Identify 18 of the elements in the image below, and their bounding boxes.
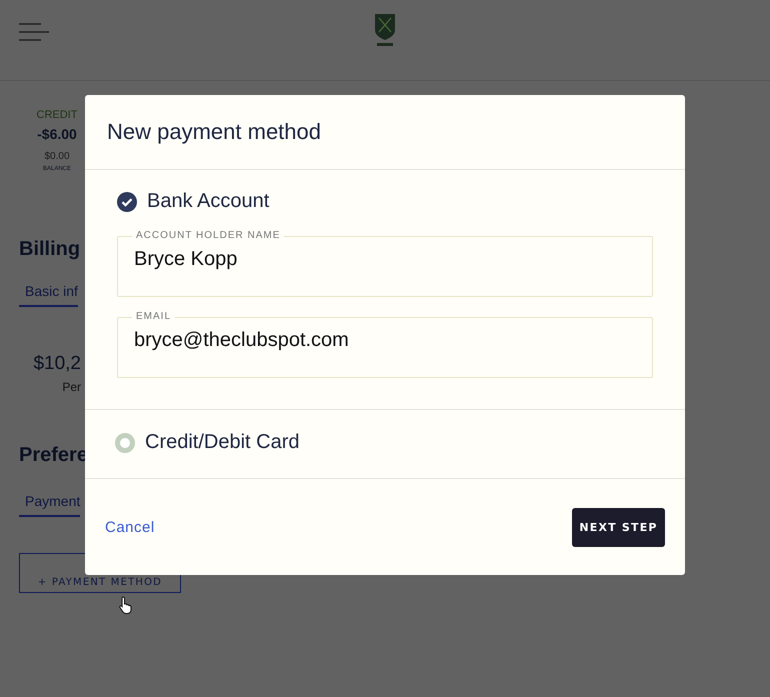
section-title: Billing [19,238,80,261]
next-step-button[interactable]: NEXT STEP [572,508,665,546]
stat-amount: $10,2 [33,353,81,375]
credit-label: CREDIT [36,109,78,121]
section-title: Prefere [19,444,88,467]
input-field[interactable]: ACCOUNT HOLDER NAME Bryce Kopp [117,230,653,297]
balance-amount: $0.00 [44,151,70,162]
stat-caption: Per [62,380,81,394]
radio-checked-icon[interactable] [117,192,137,212]
cancel-link[interactable]: Cancel [105,518,155,536]
radio-icon[interactable] [115,432,135,452]
menu-icon[interactable] [19,22,49,42]
option-label[interactable]: Credit/Debit Card [145,431,300,454]
option-label[interactable]: Bank Account [147,190,270,213]
credit-amount: -$6.00 [37,126,77,142]
dialog-title: New payment method [107,119,321,145]
input-field[interactable]: EMAIL bryce@theclubspot.com [117,311,653,378]
hand-cursor-icon [119,596,133,614]
